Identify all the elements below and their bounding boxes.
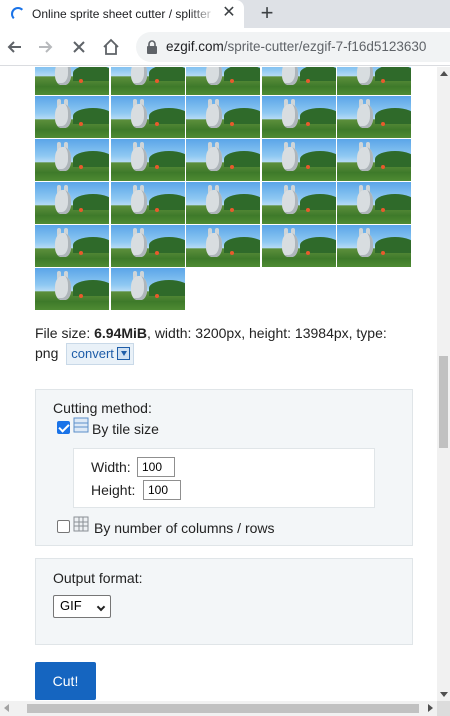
output-format-heading: Output format: (53, 570, 143, 586)
height-input[interactable] (143, 480, 181, 500)
sprite-thumbnail (186, 67, 261, 95)
file-size-label: File size: (35, 325, 95, 341)
sprite-thumbnail (337, 67, 412, 95)
columns-rows-label: By number of columns / rows (94, 520, 275, 536)
loading-spinner-icon (11, 7, 25, 21)
sprite-thumbnail (35, 182, 109, 224)
close-icon[interactable]: ✕ (220, 4, 238, 22)
vertical-scrollbar[interactable] (437, 67, 450, 701)
columns-grid-icon (73, 516, 89, 532)
sprite-thumbnail (110, 225, 185, 267)
scroll-up-arrow-icon[interactable] (440, 71, 448, 76)
home-icon[interactable] (100, 36, 122, 58)
tile-size-options: Width: Height: (73, 448, 375, 508)
sprite-thumbnail (261, 67, 336, 95)
cut-button[interactable]: Cut! (35, 662, 96, 700)
active-tab[interactable]: Online sprite sheet cutter / splitter ✕ (0, 0, 244, 28)
tab-title: Online sprite sheet cutter / splitter (32, 7, 211, 21)
url-path: /sprite-cutter/ezgif-7-f16d5123630 (223, 39, 427, 54)
sprite-thumbnail (35, 96, 109, 138)
back-arrow-icon[interactable] (4, 36, 26, 58)
vertical-scroll-thumb[interactable] (439, 356, 448, 448)
url-text: ezgif.com/sprite-cutter/ezgif-7-f16d5123… (166, 39, 426, 54)
cutting-method-panel: Cutting method: By tile size Width: Heig… (35, 389, 413, 546)
sprite-thumbnail (261, 225, 336, 267)
width-label: Width: (91, 459, 131, 475)
sprite-thumbnail (110, 139, 185, 181)
height-label: Height: (91, 482, 136, 498)
sprite-thumbnail (110, 67, 185, 95)
sprite-thumbnail (261, 182, 336, 224)
output-format-select[interactable]: GIF (53, 595, 111, 618)
lock-icon (147, 40, 157, 54)
scrollbar-corner (437, 701, 450, 716)
sprite-thumbnail (337, 225, 412, 267)
sprite-thumbnail (337, 96, 412, 138)
chevron-down-icon (96, 602, 106, 612)
tile-grid-icon (73, 417, 89, 433)
sprite-thumbnail (186, 96, 261, 138)
sprite-thumbnail (186, 182, 261, 224)
file-size-value: 6.94MiB (94, 325, 148, 341)
sprite-thumbnail (261, 139, 336, 181)
address-bar[interactable]: ezgif.com/sprite-cutter/ezgif-7-f16d5123… (136, 32, 450, 62)
columns-rows-checkbox[interactable] (57, 520, 70, 533)
output-format-value: GIF (60, 598, 82, 613)
sprite-thumbnail (35, 268, 109, 310)
url-host: ezgif.com (166, 39, 224, 54)
convert-button[interactable]: convert (66, 343, 134, 366)
scroll-down-arrow-icon[interactable] (440, 692, 448, 697)
sprite-thumbnail (186, 139, 261, 181)
forward-arrow-icon[interactable] (34, 36, 56, 58)
output-format-panel: Output format: GIF (35, 558, 413, 645)
sprite-thumbnail (35, 139, 109, 181)
width-input[interactable] (137, 457, 175, 477)
sprite-thumbnail (110, 96, 185, 138)
horizontal-scroll-thumb[interactable] (27, 704, 419, 713)
tab-strip: Online sprite sheet cutter / splitter ✕ … (0, 0, 450, 28)
sprite-sheet-preview (35, 67, 413, 317)
sprite-thumbnail (261, 96, 336, 138)
scroll-right-arrow-icon[interactable] (428, 704, 433, 712)
scroll-left-arrow-icon[interactable] (4, 704, 9, 712)
sprite-thumbnail (110, 268, 185, 310)
sprite-thumbnail (186, 225, 261, 267)
cutting-method-heading: Cutting method: (53, 400, 152, 416)
sprite-thumbnail (35, 67, 109, 95)
page-content: File size: 6.94MiB, width: 3200px, heigh… (0, 67, 437, 701)
file-info: File size: 6.94MiB, width: 3200px, heigh… (35, 323, 405, 366)
sprite-thumbnail (337, 182, 412, 224)
browser-toolbar: ezgif.com/sprite-cutter/ezgif-7-f16d5123… (0, 28, 450, 66)
tile-size-label: By tile size (92, 421, 159, 437)
convert-label: convert (71, 346, 114, 362)
tile-size-checkbox[interactable] (57, 421, 70, 434)
sprite-thumbnail (35, 225, 109, 267)
download-icon (116, 347, 130, 361)
sprite-thumbnail (337, 139, 412, 181)
horizontal-scrollbar[interactable] (0, 701, 437, 716)
stop-icon[interactable] (68, 36, 90, 58)
new-tab-button[interactable]: + (256, 2, 278, 25)
sprite-thumbnail (110, 182, 185, 224)
